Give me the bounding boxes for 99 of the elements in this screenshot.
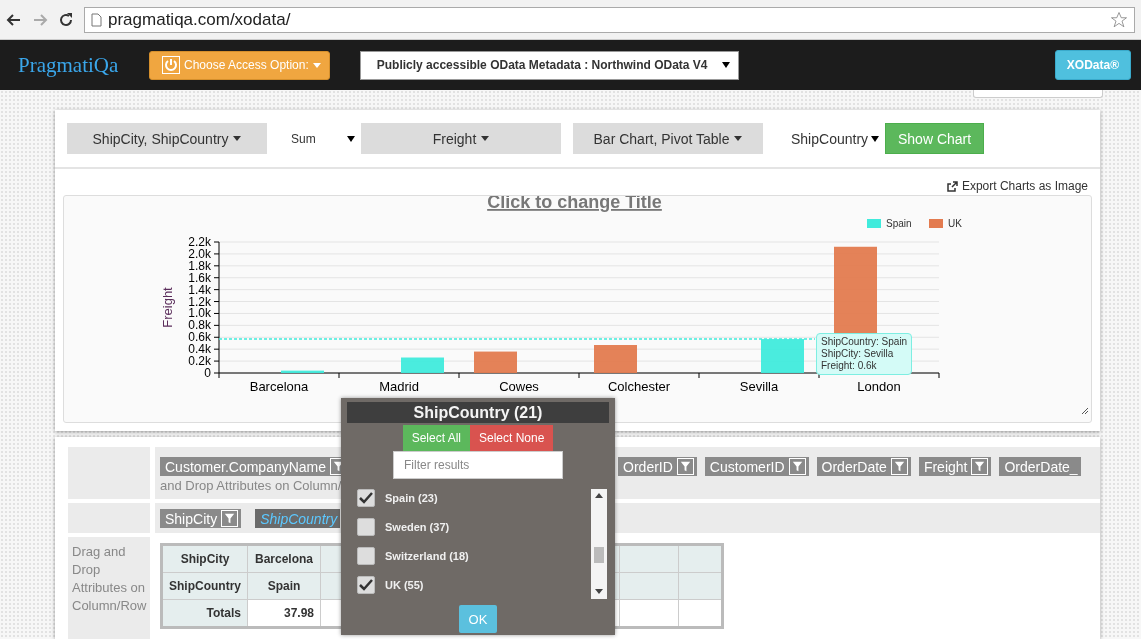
drop-hint: and Drop Attributes on Column/ xyxy=(160,478,343,493)
chart-bar xyxy=(594,345,637,373)
legend-item[interactable]: Spain xyxy=(867,218,912,229)
attribute-chip[interactable]: OrderID xyxy=(618,457,697,476)
y-tick-label: 0.2k xyxy=(188,354,211,369)
show-chart-button[interactable]: Show Chart xyxy=(885,123,985,154)
checkbox[interactable] xyxy=(357,518,375,536)
filter-option[interactable]: Sweden (37) xyxy=(357,518,469,536)
dropdown-button[interactable]: Freight xyxy=(361,123,561,154)
select-none-button[interactable]: Select None xyxy=(470,425,554,451)
caret-icon xyxy=(481,136,490,141)
x-tick-label: Barcelona xyxy=(249,379,309,394)
brand-logo[interactable]: PragmatiQa xyxy=(18,52,149,78)
tooltip-text: ShipCountry: Spain xyxy=(821,336,908,349)
x-tick-label: Colchester xyxy=(607,379,671,394)
filter-icon[interactable] xyxy=(890,458,908,475)
attribute-label: OrderDate xyxy=(821,458,887,475)
caret-icon xyxy=(871,134,879,143)
filter-icon[interactable] xyxy=(971,458,989,475)
y-tick-label: 1.2k xyxy=(188,294,211,309)
page-icon xyxy=(91,12,102,27)
checkbox[interactable] xyxy=(357,547,375,565)
y-tick-label: 0.6k xyxy=(188,330,211,345)
filter-option[interactable]: Switzerland (18) xyxy=(357,547,469,565)
search-field[interactable] xyxy=(973,90,1103,98)
chart-bar xyxy=(474,351,517,373)
table-cell: ShipCity xyxy=(161,544,248,573)
address-bar[interactable]: pragmatiqa.com/xodata/ xyxy=(84,6,1135,33)
attribute-chip[interactable]: OrderDate xyxy=(816,457,911,476)
table-cell: Spain xyxy=(247,572,321,600)
forward-icon[interactable] xyxy=(32,11,48,28)
url-text: pragmatiqa.com/xodata/ xyxy=(108,9,291,30)
scrollbar[interactable] xyxy=(591,489,607,599)
y-tick-label: 2.2k xyxy=(188,235,211,249)
filter-icon[interactable] xyxy=(221,510,239,527)
reload-icon[interactable] xyxy=(58,11,74,28)
dropdown-button[interactable]: ShipCity, ShipCountry xyxy=(67,123,267,154)
chart-bar xyxy=(761,339,804,373)
caret-icon xyxy=(233,136,242,141)
dropdown-button[interactable]: Bar Chart, Pivot Table xyxy=(573,123,763,154)
x-tick-label: Madrid xyxy=(379,379,419,394)
select-field[interactable]: Sum xyxy=(281,123,361,154)
y-tick-label: 0 xyxy=(204,366,211,380)
y-tick-label: 0.8k xyxy=(188,318,211,333)
x-tick-label: London xyxy=(857,379,901,394)
tooltip-text: Freight: 0.6k xyxy=(821,360,878,373)
select-field[interactable]: ShipCountry xyxy=(775,123,885,154)
caret-icon xyxy=(347,134,355,143)
power-icon xyxy=(162,56,180,74)
attribute-label: OrderDate_ xyxy=(1004,458,1078,475)
chart-bar xyxy=(281,370,324,373)
filter-field[interactable]: Filter results xyxy=(393,451,563,479)
resize-handle-icon[interactable] xyxy=(1081,407,1089,415)
table-cell: 37.98 xyxy=(247,599,321,628)
table-cell: ShipCountry xyxy=(161,572,248,600)
y-tick-label: 1.8k xyxy=(188,258,211,273)
x-tick-label: Sevilla xyxy=(739,379,779,394)
attribute-chip[interactable]: ShipCity xyxy=(160,509,242,528)
attribute-label: CustomerID xyxy=(709,458,785,475)
y-tick-label: 1.0k xyxy=(188,306,211,321)
legend-label: Spain xyxy=(886,218,912,229)
drop-hint: Drag and Drop Attributes on Column/Row xyxy=(68,537,150,639)
legend-label: UK xyxy=(948,218,963,229)
attribute-chip[interactable]: CustomerID xyxy=(704,457,809,476)
attribute-chip[interactable]: ShipCountry xyxy=(255,509,341,528)
y-tick-label: 2.0k xyxy=(188,246,211,261)
popup-title: ShipCountry (21) xyxy=(347,402,609,423)
filter-option[interactable]: UK (55) xyxy=(357,576,469,594)
caret-icon xyxy=(721,61,730,69)
export-icon xyxy=(946,180,958,192)
filter-icon[interactable] xyxy=(788,458,806,475)
export-link[interactable]: Export Charts as Image xyxy=(946,179,1088,193)
table-cell: Totals xyxy=(161,599,248,628)
checkbox[interactable] xyxy=(357,576,375,594)
attribute-label: Customer.CompanyName xyxy=(165,458,327,475)
attribute-chip[interactable]: Freight xyxy=(918,457,992,476)
legend-item[interactable]: UK xyxy=(929,218,962,229)
star-icon[interactable] xyxy=(1110,10,1128,29)
attribute-label: Freight xyxy=(923,458,968,475)
attribute-chip[interactable]: OrderDate_ xyxy=(999,457,1081,476)
y-tick-label: 0.4k xyxy=(188,342,211,357)
y-tick-label: 1.6k xyxy=(188,270,211,285)
chart-bar xyxy=(401,357,444,373)
select-all-button[interactable]: Select All xyxy=(402,425,470,451)
checkbox[interactable] xyxy=(357,489,375,507)
tooltip-text: ShipCity: Sevilla xyxy=(821,348,895,361)
filter-icon[interactable] xyxy=(676,458,694,475)
x-tick-label: Cowes xyxy=(499,379,539,394)
back-icon[interactable] xyxy=(6,11,22,28)
caret-icon xyxy=(312,62,321,68)
y-axis-label: Freight xyxy=(160,287,175,328)
caret-icon xyxy=(734,136,743,141)
filter-option[interactable]: Spain (23) xyxy=(357,489,469,507)
attribute-label: ShipCity xyxy=(165,510,218,527)
attribute-label: ShipCountry xyxy=(260,510,338,527)
attribute-label: OrderID xyxy=(623,458,673,475)
table-cell: Barcelona xyxy=(247,544,321,573)
metadata-select[interactable]: Publicly accessible OData Metadata : Northwind OData V4 xyxy=(359,50,739,80)
y-tick-label: 1.4k xyxy=(188,282,211,297)
